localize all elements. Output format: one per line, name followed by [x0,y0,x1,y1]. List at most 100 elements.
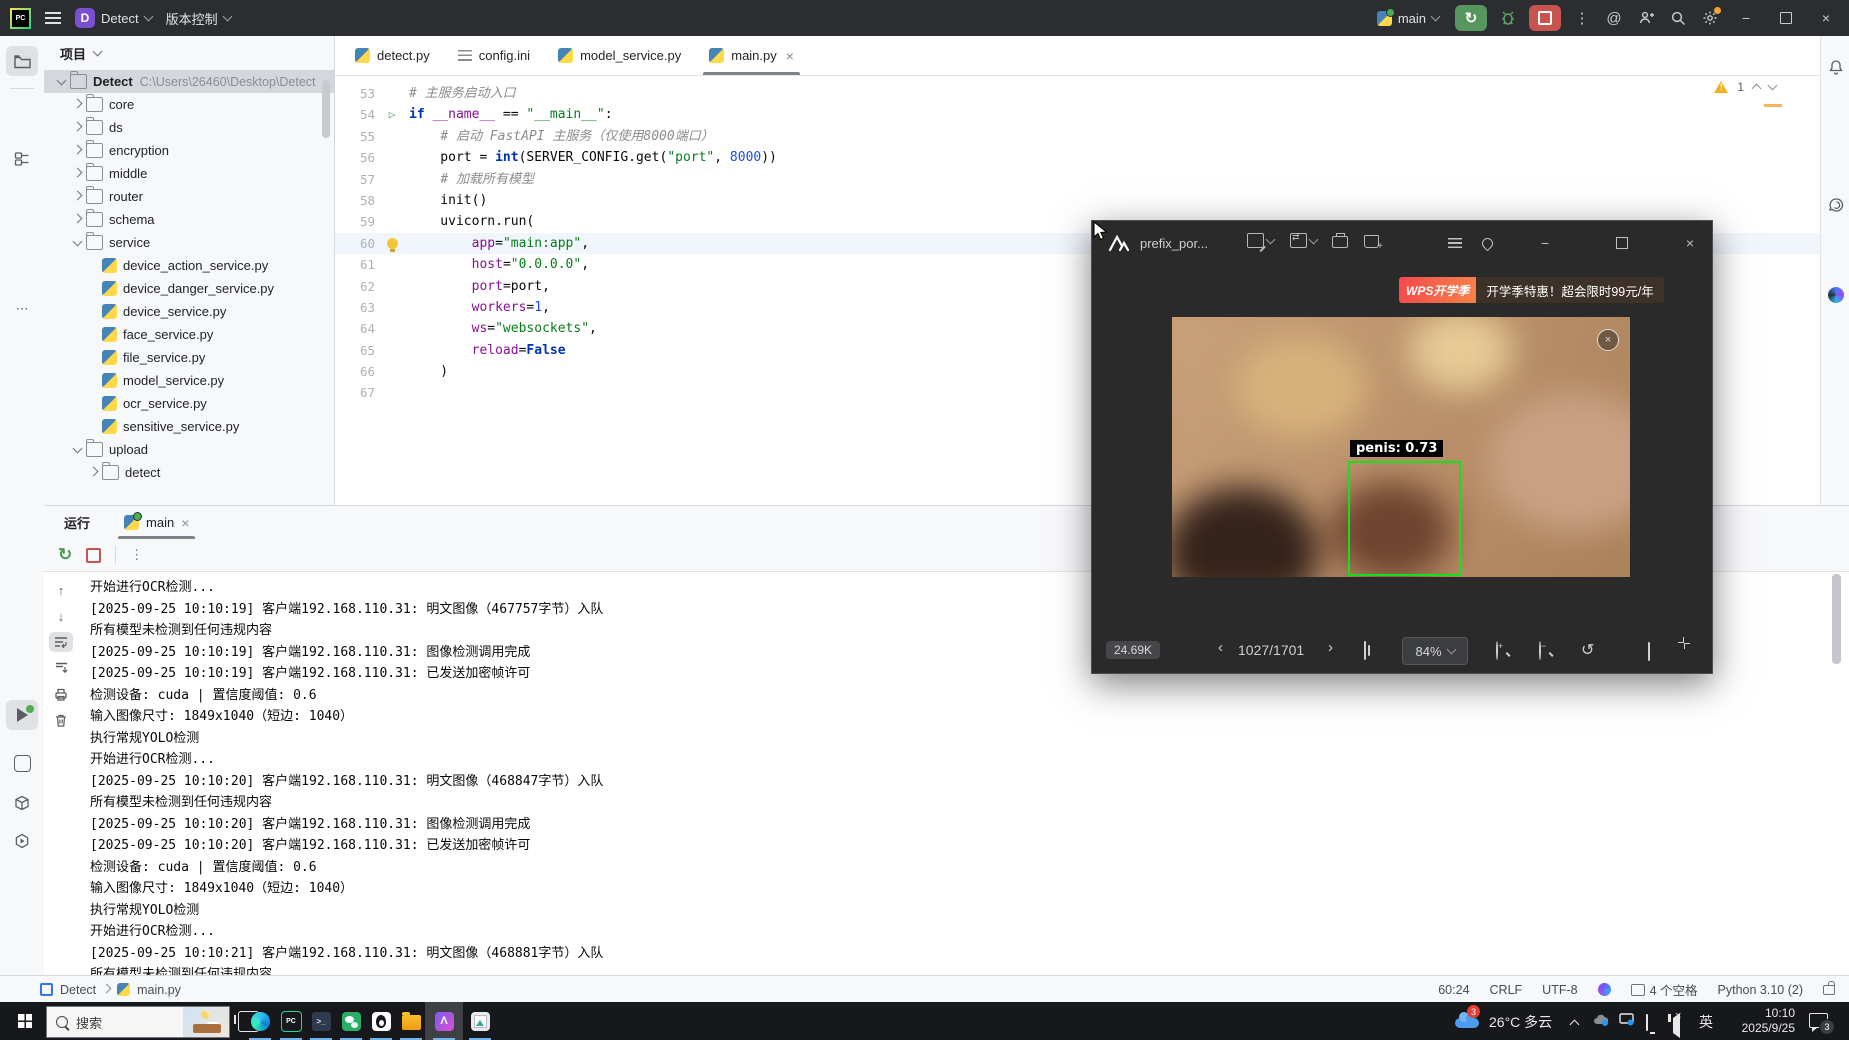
line-number[interactable]: 65 [335,340,375,361]
input-language[interactable]: 英 [1699,1012,1713,1032]
project-tool-button[interactable] [6,46,38,76]
project-widget[interactable]: D Detect [75,8,152,28]
show-hidden-icons-chevron[interactable] [1571,1016,1578,1031]
breadcrumb-project[interactable]: Detect [60,983,96,997]
print-button[interactable] [1332,233,1348,248]
next-problem-icon[interactable] [1768,81,1778,91]
soft-wrap-icon[interactable] [49,632,73,652]
editor-tab-model_service.py[interactable]: model_service.py [544,36,695,75]
notifications-bell-icon[interactable] [1827,58,1845,76]
line-number[interactable]: 56 [335,147,375,168]
taskbar-search[interactable]: 搜索 [46,1006,230,1038]
line-number[interactable]: 58 [335,190,375,211]
taskbar-app-terminal[interactable]: >_ [306,1002,336,1040]
tree-item-face_service.py[interactable]: face_service.py [44,323,334,346]
run-config-selector[interactable]: main [1377,11,1439,26]
rerun-icon[interactable]: ↻ [58,545,72,565]
intention-bulb-icon[interactable] [375,233,409,254]
line-number[interactable]: 57 [335,169,375,190]
taskbar-app-explorer[interactable] [396,1002,426,1040]
viewer-close-button[interactable]: × [1675,221,1705,265]
code-with-me-icon[interactable] [1635,7,1657,29]
code-line-53[interactable]: 53# 主服务启动入口 [335,83,1821,104]
interpreter-widget[interactable]: Python 3.10 (2) [1718,983,1803,997]
taskbar-app-edge[interactable] [245,1002,275,1040]
caret-position[interactable]: 60:24 [1438,983,1469,997]
run-line-icon[interactable]: ▷ [375,104,409,125]
taskbar-app-photos[interactable] [465,1002,495,1040]
tree-item-middle[interactable]: middle [44,162,334,185]
weather-cloud-icon[interactable] [1455,1018,1479,1028]
rotate-icon[interactable]: ↺ [1581,640,1594,660]
stop-button[interactable] [1529,5,1561,31]
window-close-button[interactable]: × [1811,0,1841,36]
editor-tab-detect.py[interactable]: detect.py [341,36,444,75]
run-session-tab[interactable]: main × [118,506,195,539]
line-number[interactable]: 55 [335,126,375,147]
tree-item-Detect[interactable]: DetectC:\Users\26460\Desktop\Detect [44,70,334,93]
fit-to-window-icon[interactable] [1364,642,1366,659]
file-encoding[interactable]: UTF-8 [1542,983,1577,997]
viewer-minimize-button[interactable]: − [1530,221,1560,265]
tree-item-service[interactable]: service [44,231,334,254]
add-to-bag-button[interactable] [1364,233,1379,248]
tree-item-model_service.py[interactable]: model_service.py [44,369,334,392]
code-line-56[interactable]: 56 port = int(SERVER_CONFIG.get("port", … [335,147,1821,168]
code-line-57[interactable]: 57 # 加载所有模型 [335,169,1821,190]
debug-button[interactable] [1497,7,1519,29]
viewer-maximize-button[interactable] [1607,221,1637,265]
convert-button[interactable] [1290,233,1317,248]
next-image-icon[interactable]: › [1328,639,1333,656]
python-console-button[interactable] [6,748,38,778]
viewer-menu-icon[interactable] [1440,221,1470,265]
thumbnail-strip-icon[interactable] [1648,643,1650,660]
line-number[interactable]: 54 [335,104,375,125]
stop-icon[interactable] [86,548,101,563]
tree-item-file_service.py[interactable]: file_service.py [44,346,334,369]
line-number[interactable]: 63 [335,297,375,318]
clock[interactable]: 10:10 2025/9/25 [1727,1006,1795,1036]
tree-item-device_danger_service.py[interactable]: device_danger_service.py [44,277,334,300]
main-menu-icon[interactable] [45,12,61,24]
clear-trash-icon[interactable] [49,710,73,730]
volume-muted-icon[interactable] [1673,1018,1680,1033]
run-panel-title[interactable]: 运行 [64,513,90,532]
tree-item-device_action_service.py[interactable]: device_action_service.py [44,254,334,277]
code-line-55[interactable]: 55 # 启动 FastAPI 主服务（仅使用8000端口） [335,126,1821,147]
tree-item-encryption[interactable]: encryption [44,139,334,162]
taskbar-app-wechat[interactable] [336,1002,366,1040]
lock-open-icon[interactable] [1823,985,1835,995]
scroll-up-icon[interactable]: ↑ [49,580,73,600]
cloud-sync-icon[interactable] [1593,1014,1609,1026]
plugin-status-icon[interactable] [1598,983,1611,996]
editor-tab-config.ini[interactable]: config.ini [444,36,544,75]
close-icon[interactable]: × [786,48,794,64]
window-restore-button[interactable] [1771,0,1801,36]
settings-gear-icon[interactable] [1699,7,1721,29]
tree-item-ocr_service.py[interactable]: ocr_service.py [44,392,334,415]
indent-widget[interactable]: 4 个空格 [1631,980,1698,999]
structure-tool-button[interactable] [6,144,38,174]
close-icon[interactable]: × [181,515,189,531]
taskbar-app-qq[interactable] [366,1002,396,1040]
tree-item-detect[interactable]: detect [44,461,334,484]
rerun-button[interactable]: ↻ [1455,5,1487,31]
code-line-54[interactable]: 54▷if __name__ == "__main__": [335,104,1821,125]
ai-assistant-icon[interactable]: @ [1603,7,1625,29]
tree-item-schema[interactable]: schema [44,208,334,231]
vcs-widget[interactable]: 版本控制 [166,9,231,28]
weather-temp[interactable]: 26°C 多云 [1489,1012,1552,1032]
line-number[interactable]: 67 [335,382,375,403]
screen-cast-icon[interactable] [1619,1013,1634,1026]
scroll-down-icon[interactable]: ↓ [49,606,73,626]
window-minimize-button[interactable]: − [1731,0,1761,36]
zoom-select[interactable]: 84% [1402,637,1468,665]
pin-icon[interactable] [1472,221,1502,265]
line-number[interactable]: 62 [335,276,375,297]
ai-chat-tool-button[interactable] [1827,196,1845,214]
more-options-icon[interactable]: ⋮ [130,547,143,563]
console-scrollbar-thumb[interactable] [1832,574,1841,664]
dismiss-circle-icon[interactable]: × [1597,329,1619,351]
code-line-58[interactable]: 58 init() [335,190,1821,211]
line-number[interactable]: 59 [335,211,375,232]
